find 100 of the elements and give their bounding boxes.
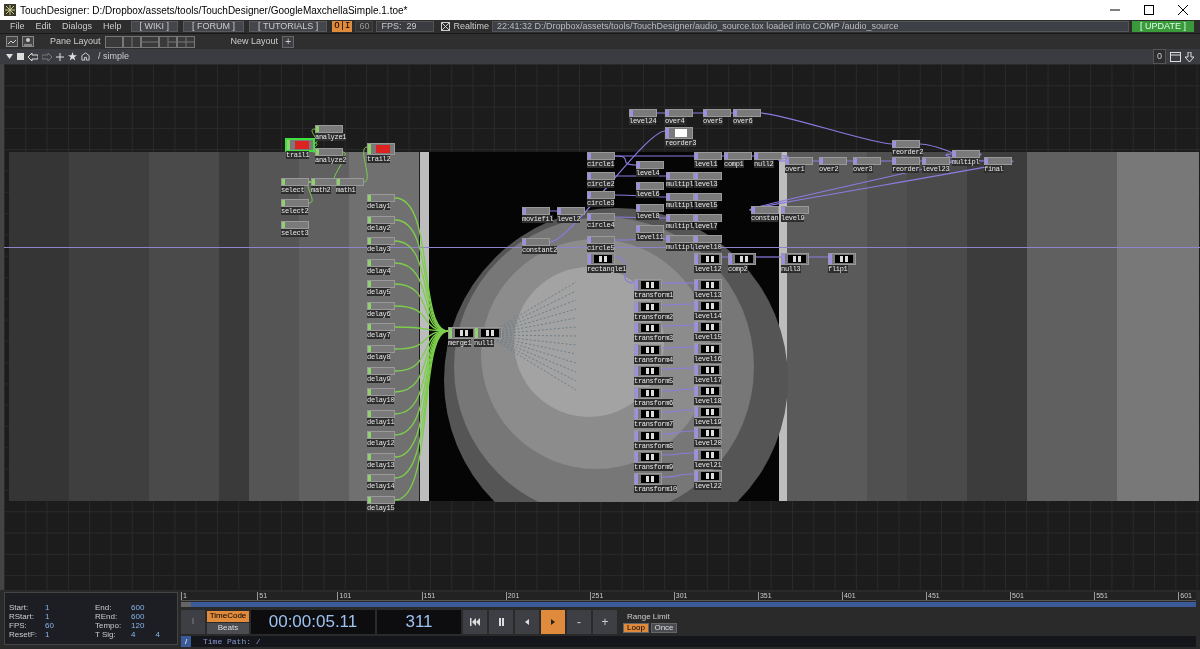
operator-node[interactable] [694, 321, 722, 333]
play-button[interactable] [541, 610, 565, 634]
add-layout-button[interactable]: + [282, 35, 295, 48]
operator-node[interactable] [636, 225, 664, 233]
operator-node[interactable] [367, 474, 395, 482]
operator-node[interactable] [665, 127, 693, 139]
network-icon[interactable] [22, 36, 34, 47]
close-icon[interactable] [1178, 5, 1188, 15]
dropdown-icon[interactable] [6, 54, 13, 59]
operator-node[interactable] [666, 235, 694, 243]
operator-node[interactable] [634, 408, 662, 420]
operator-node[interactable] [634, 279, 662, 291]
operator-node[interactable] [694, 214, 722, 222]
operator-node[interactable] [474, 327, 502, 339]
link-button[interactable]: [ FORUM ] [183, 21, 245, 32]
operator-node[interactable] [281, 178, 309, 186]
operator-node[interactable] [785, 157, 813, 165]
operator-node[interactable] [634, 430, 662, 442]
operator-node[interactable] [634, 365, 662, 377]
operator-node[interactable] [694, 279, 722, 291]
operator-node[interactable] [636, 182, 664, 190]
operator-node[interactable] [754, 152, 782, 160]
operator-node[interactable] [367, 216, 395, 224]
operator-node[interactable] [315, 125, 343, 133]
operator-node[interactable] [367, 194, 395, 202]
window-icon[interactable] [1170, 51, 1181, 62]
operator-node[interactable] [286, 139, 314, 151]
operator-node[interactable] [634, 301, 662, 313]
root-path-button[interactable]: / [181, 636, 191, 647]
link-button[interactable]: [ WIKI ] [130, 21, 179, 32]
operator-node[interactable] [666, 172, 694, 180]
operator-node[interactable] [587, 236, 615, 244]
operator-node[interactable] [694, 343, 722, 355]
operator-node[interactable] [587, 191, 615, 199]
layout-presets-icon[interactable] [104, 35, 195, 48]
operator-node[interactable] [367, 496, 395, 504]
realtime-checkbox[interactable] [441, 22, 451, 31]
operator-node[interactable] [853, 157, 881, 165]
operator-node[interactable] [892, 157, 920, 165]
operator-node[interactable] [315, 148, 343, 156]
operator-node[interactable] [694, 172, 722, 180]
operator-node[interactable] [557, 207, 585, 215]
home-icon[interactable] [81, 52, 90, 61]
operator-node[interactable] [694, 406, 722, 418]
operator-node[interactable] [781, 253, 809, 265]
operator-node[interactable] [694, 152, 722, 160]
operator-node[interactable] [694, 470, 722, 482]
menu-item[interactable]: Dialogs [58, 19, 97, 34]
operator-node[interactable] [367, 280, 395, 288]
operator-node[interactable] [781, 206, 809, 214]
operator-node[interactable] [587, 253, 615, 265]
operator-node[interactable] [694, 364, 722, 376]
operator-node[interactable] [367, 237, 395, 245]
menu-item[interactable]: Edit [31, 19, 56, 34]
image-icon[interactable] [6, 36, 18, 47]
operator-node[interactable] [892, 140, 920, 148]
operator-node[interactable] [587, 213, 615, 221]
operator-node[interactable] [367, 345, 395, 353]
operator-node[interactable] [522, 207, 550, 215]
perform-toggle[interactable]: O|I [332, 21, 353, 32]
rewind-button[interactable] [463, 610, 487, 634]
menu-item[interactable]: File [6, 19, 29, 34]
operator-node[interactable] [634, 473, 662, 485]
step-button[interactable]: + [593, 610, 617, 634]
maximize-icon[interactable] [1144, 5, 1154, 15]
operator-node[interactable] [367, 410, 395, 418]
operator-node[interactable] [367, 143, 395, 155]
operator-node[interactable] [367, 388, 395, 396]
mode-button[interactable]: Beats [207, 622, 249, 634]
operator-node[interactable] [587, 172, 615, 180]
operator-node[interactable] [281, 199, 309, 207]
plus-icon[interactable] [56, 52, 64, 61]
link-button[interactable]: [ TUTORIALS ] [249, 21, 328, 32]
operator-node[interactable] [522, 238, 550, 246]
back-arrow-icon[interactable] [28, 52, 38, 61]
operator-node[interactable] [367, 323, 395, 331]
operator-node[interactable] [733, 109, 761, 117]
step-back-button[interactable] [515, 610, 539, 634]
operator-node[interactable] [587, 152, 615, 160]
down-arrow-icon[interactable] [1185, 51, 1194, 62]
operator-node[interactable] [665, 109, 693, 117]
operator-node[interactable] [666, 214, 694, 222]
timeline-scrollbar[interactable] [181, 602, 1196, 607]
operator-node[interactable] [828, 253, 856, 265]
operator-node[interactable] [922, 157, 950, 165]
operator-node[interactable] [367, 367, 395, 375]
operator-node[interactable] [336, 178, 364, 186]
operator-node[interactable] [634, 344, 662, 356]
operator-node[interactable] [448, 327, 476, 339]
operator-node[interactable] [819, 157, 847, 165]
operator-node[interactable] [367, 302, 395, 310]
star-icon[interactable] [68, 52, 77, 61]
operator-node[interactable] [694, 385, 722, 397]
operator-node[interactable] [634, 322, 662, 334]
operator-node[interactable] [703, 109, 731, 117]
operator-node[interactable] [724, 152, 752, 160]
operator-node[interactable] [694, 253, 722, 265]
operator-node[interactable] [634, 387, 662, 399]
pause-button[interactable] [489, 610, 513, 634]
operator-node[interactable] [281, 221, 309, 229]
